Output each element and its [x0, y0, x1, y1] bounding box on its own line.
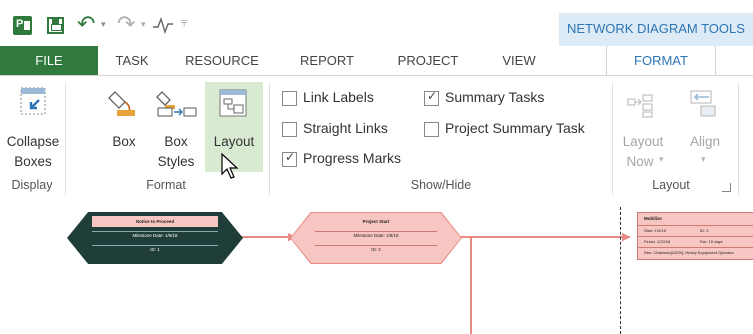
tab-project[interactable]: PROJECT — [380, 46, 476, 75]
align-icon — [690, 90, 716, 117]
tab-view[interactable]: VIEW — [486, 46, 552, 75]
box-format-icon — [108, 91, 135, 116]
straight-links-checkbox[interactable] — [282, 122, 297, 137]
node-id: ID: 2 — [315, 245, 437, 252]
node-id: ID: 1 — [92, 245, 218, 252]
check-icon: ✓ — [427, 89, 438, 103]
check-icon: ✓ — [285, 150, 296, 164]
box-label: Box — [112, 134, 136, 149]
contextual-title: NETWORK DIAGRAM TOOLS — [567, 21, 745, 36]
progress-marks-checkbox[interactable]: ✓ — [282, 150, 297, 167]
node-divider — [638, 236, 753, 237]
group-label-display: Display — [11, 178, 53, 192]
node-title: Notice to Proceed — [92, 216, 218, 227]
box-styles-label-2: Styles — [157, 154, 195, 169]
layout-now-label-1: Layout — [622, 134, 664, 149]
project-summary-task-checkbox[interactable] — [424, 122, 439, 137]
link-labels-checkbox[interactable] — [282, 91, 297, 106]
layout-now-button[interactable]: Layout Now ▾ — [617, 82, 669, 174]
collapse-boxes-button[interactable]: Collapse Boxes — [2, 82, 64, 174]
layout-now-label-2: Now — [626, 154, 654, 169]
project-summary-task-label[interactable]: Project Summary Task — [445, 120, 585, 136]
collapse-boxes-label-2: Boxes — [14, 154, 52, 169]
summary-tasks-checkbox[interactable]: ✓ — [424, 89, 439, 106]
layout-now-icon — [627, 94, 653, 118]
tab-file[interactable]: FILE — [0, 46, 98, 75]
customize-toolbar-icon[interactable]: ⫧ — [181, 15, 188, 30]
box-button[interactable]: Box — [99, 82, 149, 174]
node-duration: Dur: 10 days — [700, 239, 723, 244]
align-dropdown-icon: ▾ — [701, 154, 706, 164]
group-label-show-hide: Show/Hide — [410, 178, 472, 192]
save-icon[interactable] — [47, 17, 64, 34]
node-start: Start: 1/9/18 — [644, 228, 666, 233]
align-button[interactable]: Align ▾ — [681, 82, 729, 174]
tab-report[interactable]: REPORT — [284, 46, 370, 75]
redo-dropdown-icon[interactable]: ▾ — [141, 19, 146, 30]
align-label: Align — [689, 134, 721, 149]
node-date: Milestone Date: 1/8/18 — [315, 231, 437, 238]
box-styles-label-1: Box — [164, 134, 188, 149]
node-finish: Finish: 1/22/18 — [644, 239, 671, 244]
straight-links-label[interactable]: Straight Links — [303, 120, 388, 136]
layout-label: Layout — [213, 134, 255, 149]
group-separator — [738, 83, 739, 195]
box-styles-icon — [156, 91, 197, 117]
arrow-head-icon: ▶ — [622, 231, 631, 243]
layout-icon — [219, 89, 247, 117]
group-label-layout: Layout — [652, 178, 690, 192]
link-labels-label[interactable]: Link Labels — [303, 89, 374, 105]
dialog-launcher-icon[interactable] — [722, 183, 731, 192]
summary-tasks-label[interactable]: Summary Tasks — [445, 89, 544, 105]
undo-icon[interactable]: ↶ — [77, 11, 95, 37]
node-id: ID: 3 — [700, 228, 709, 233]
tab-resource[interactable]: RESOURCE — [170, 46, 274, 75]
node-resources: Res: Chairman[100%], Heavy Equipment Ope… — [644, 250, 734, 255]
node-divider — [638, 247, 753, 248]
node-notice-to-proceed[interactable]: Notice to Proceed Milestone Date: 1/8/18… — [67, 212, 243, 264]
link-line — [458, 236, 630, 238]
collapse-boxes-icon — [20, 87, 46, 115]
node-divider — [638, 225, 753, 226]
node-title: Mobilize — [644, 216, 662, 221]
node-date: Milestone Date: 1/8/18 — [92, 231, 218, 238]
box-styles-button[interactable]: Box Styles — [149, 82, 203, 174]
node-project-start[interactable]: Project Start Milestone Date: 1/8/18 ID:… — [290, 212, 462, 264]
network-chart-icon[interactable] — [152, 16, 174, 34]
layout-now-dropdown-icon: ▾ — [659, 154, 664, 164]
group-label-format: Format — [146, 178, 186, 192]
tab-task[interactable]: TASK — [103, 46, 161, 75]
node-title: Project Start — [362, 219, 390, 224]
progress-marks-label[interactable]: Progress Marks — [303, 150, 401, 166]
project-logo-icon: P — [13, 16, 32, 35]
tab-format[interactable]: FORMAT — [606, 46, 716, 75]
link-line — [470, 237, 472, 334]
page-break-line — [620, 207, 621, 334]
redo-icon[interactable]: ↷ — [117, 11, 135, 37]
undo-dropdown-icon[interactable]: ▾ — [101, 19, 106, 30]
collapse-boxes-label-1: Collapse — [6, 134, 60, 149]
node-mobilize[interactable]: Mobilize Start: 1/9/18 ID: 3 Finish: 1/2… — [637, 212, 753, 260]
